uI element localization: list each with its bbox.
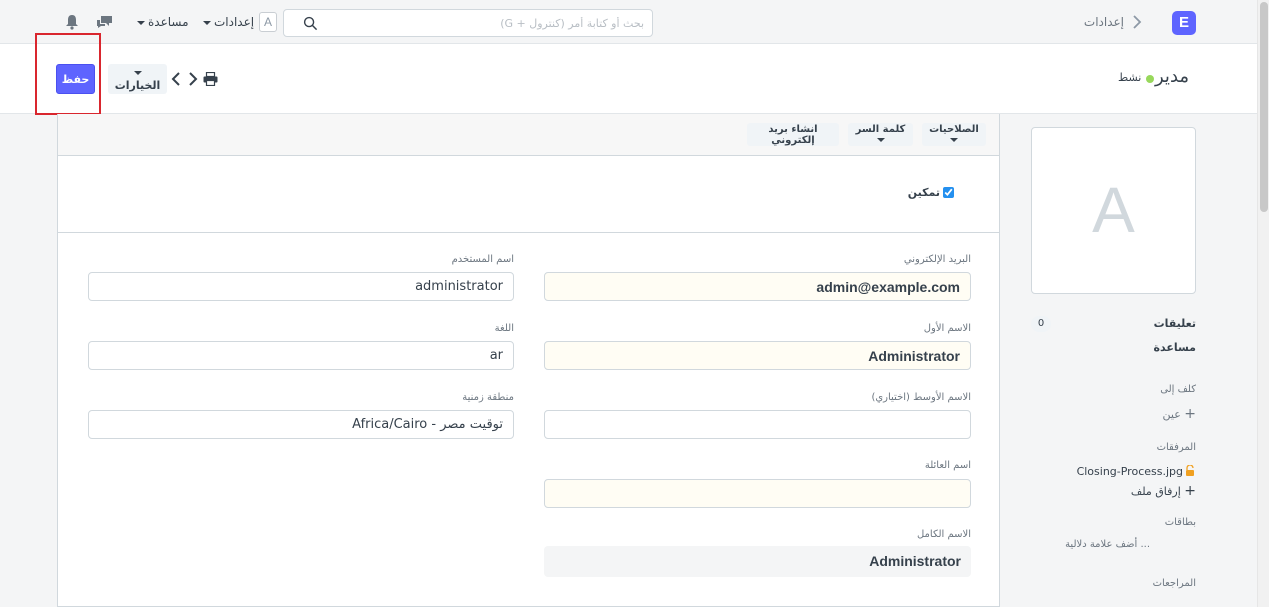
plus-icon: +	[1184, 406, 1196, 422]
print-icon[interactable]	[203, 72, 218, 86]
first-name-field[interactable]	[544, 341, 971, 370]
next-record-icon[interactable]	[188, 72, 198, 86]
form-card: الصلاحيات كلمة السر انشاء بريد إلكتروني …	[57, 114, 1000, 607]
permissions-label: الصلاحيات	[929, 123, 979, 135]
search-icon	[303, 16, 318, 31]
caret-down-icon	[133, 71, 142, 75]
comments-icon[interactable]	[96, 14, 114, 30]
create-email-button[interactable]: انشاء بريد إلكتروني	[747, 123, 839, 146]
attach-file-link[interactable]: إرفاق ملف +	[1131, 483, 1196, 499]
page-head: مدير نشط حفظ الخيارات	[0, 44, 1257, 114]
last-name-label: اسم العائلة	[924, 460, 971, 471]
permissions-dropdown[interactable]: الصلاحيات	[922, 123, 986, 146]
sidebar-help-link[interactable]: مساعدة	[1154, 341, 1197, 354]
email-label: البريد الإلكتروني	[903, 254, 971, 265]
breadcrumb[interactable]: إعدادات	[1060, 15, 1124, 29]
attachments-label: المرفقات	[1156, 442, 1196, 453]
settings-menu-label: إعدادات	[214, 15, 255, 29]
assign-link[interactable]: عين +	[1163, 406, 1197, 422]
assign-label: عين	[1162, 408, 1181, 421]
attachment-file-link[interactable]: Closing-Process.jpg	[1077, 465, 1183, 478]
caret-down-icon	[876, 137, 885, 142]
attach-file-label: إرفاق ملف	[1130, 485, 1181, 498]
comments-count-badge: 0	[1031, 316, 1051, 332]
language-field[interactable]	[88, 341, 514, 370]
caret-down-icon	[137, 20, 145, 25]
first-name-label: الاسم الأول	[923, 323, 971, 334]
reviews-label: المراجعات	[1152, 578, 1196, 589]
options-label: الخيارات	[114, 79, 161, 92]
last-name-field[interactable]	[544, 479, 971, 508]
username-label: اسم المستخدم	[451, 254, 514, 265]
navbar: E إعدادات A إعدادات مساعدة	[0, 0, 1257, 44]
middle-name-label: الاسم الأوسط (اختياري)	[871, 392, 971, 403]
scrollbar[interactable]	[1257, 0, 1269, 607]
scrollbar-thumb[interactable]	[1260, 2, 1268, 212]
form-toolbar: الصلاحيات كلمة السر انشاء بريد إلكتروني	[58, 114, 999, 156]
enable-label: تمكين	[907, 186, 940, 199]
plus-icon: +	[1184, 483, 1196, 499]
password-dropdown[interactable]: كلمة السر	[848, 123, 913, 146]
profile-avatar[interactable]: A	[1031, 127, 1196, 294]
comments-label: تعليقات	[1153, 317, 1196, 330]
save-button[interactable]: حفظ	[56, 64, 95, 94]
unlock-icon	[1186, 465, 1194, 476]
caret-down-icon	[950, 137, 958, 142]
status-indicator	[1146, 75, 1154, 83]
add-tag-link[interactable]: أضف علامة دلالية ...	[1065, 539, 1150, 550]
full-name-label: الاسم الكامل	[916, 529, 971, 540]
time-zone-select[interactable]	[88, 410, 514, 439]
help-menu-label: مساعدة	[148, 15, 189, 29]
caret-down-icon	[203, 20, 211, 25]
search-input[interactable]	[324, 10, 646, 36]
status-label: نشط	[1118, 71, 1142, 84]
page-title: مدير	[1155, 66, 1190, 87]
app-logo[interactable]: E	[1172, 11, 1196, 35]
full-name-value: Administrator	[544, 546, 971, 577]
notification-bell-icon[interactable]	[65, 14, 79, 30]
search-bar[interactable]	[283, 9, 653, 37]
middle-name-field[interactable]	[544, 410, 971, 439]
options-dropdown[interactable]: الخيارات	[108, 64, 167, 94]
enable-checkbox[interactable]	[943, 187, 954, 198]
enable-section	[58, 156, 999, 233]
email-field[interactable]	[544, 272, 971, 301]
password-label: كلمة السر	[855, 123, 906, 135]
settings-menu[interactable]: إعدادات	[200, 15, 254, 29]
username-field[interactable]	[88, 272, 514, 301]
assigned-to-label: كلف إلى	[1160, 384, 1196, 395]
user-avatar[interactable]: A	[259, 12, 277, 32]
help-menu[interactable]: مساعدة	[134, 15, 189, 29]
chevron-right-icon	[1133, 15, 1142, 29]
language-label: اللغة	[494, 323, 514, 334]
time-zone-label: منطقة زمنية	[462, 392, 514, 403]
previous-record-icon[interactable]	[171, 72, 181, 86]
tags-label: بطاقات	[1164, 517, 1196, 528]
